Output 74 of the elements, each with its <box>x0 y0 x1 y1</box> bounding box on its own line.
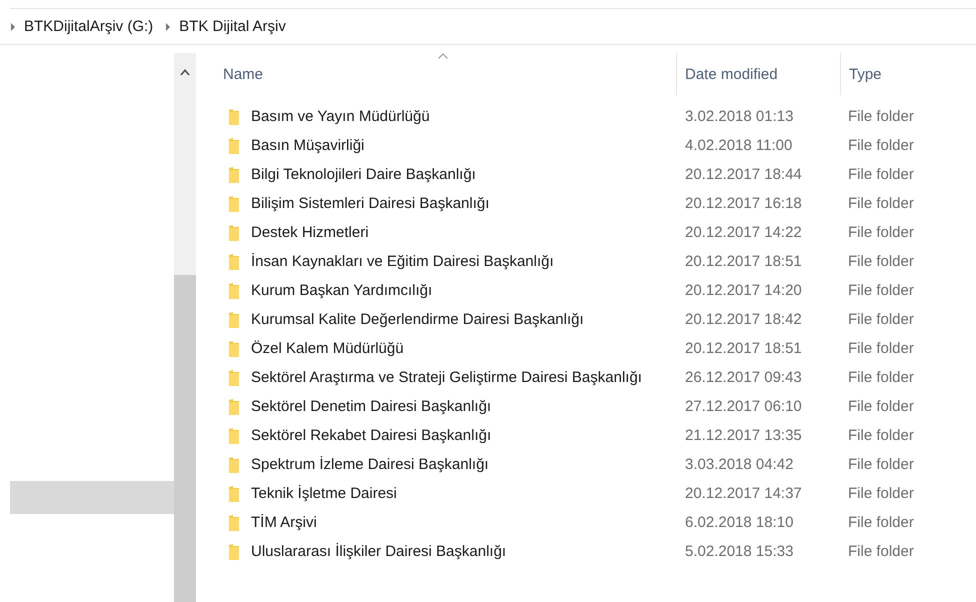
file-name[interactable]: Sektörel Rekabet Dairesi Başkanlığı <box>251 427 492 444</box>
column-header[interactable]: Name <box>223 66 264 82</box>
file-type: File folder <box>848 253 914 270</box>
date-modified: 4.02.2018 11:00 <box>685 137 792 154</box>
file-name[interactable]: Basım ve Yayın Müdürlüğü <box>251 108 430 125</box>
date-modified: 26.12.2017 09:43 <box>685 369 802 386</box>
file-name[interactable]: Sektörel Denetim Dairesi Başkanlığı <box>251 398 492 415</box>
file-type: File folder <box>848 166 914 183</box>
file-name[interactable]: İnsan Kaynakları ve Eğitim Dairesi Başkanlığı <box>251 253 554 270</box>
folder-icon <box>228 224 240 242</box>
date-modified: 27.12.2017 06:10 <box>685 398 802 415</box>
scrollbar-thumb[interactable] <box>174 275 196 602</box>
file-name[interactable]: Kurumsal Kalite Değerlendirme Dairesi Başkanlığı <box>251 311 584 328</box>
column-header[interactable]: Date modified <box>685 66 778 82</box>
folder-icon <box>228 194 240 212</box>
file-type: File folder <box>848 137 914 154</box>
file-type: File folder <box>848 311 914 328</box>
date-modified: 20.12.2017 16:18 <box>685 195 802 212</box>
file-name[interactable]: Özel Kalem Müdürlüğü <box>251 340 404 357</box>
file-name[interactable]: Destek Hizmetleri <box>251 224 369 241</box>
file-name[interactable]: Uluslararası İlişkiler Dairesi Başkanlığı <box>251 543 506 560</box>
scroll-up-icon[interactable] <box>180 69 190 75</box>
file-type: File folder <box>848 282 914 299</box>
date-modified: 3.03.2018 04:42 <box>685 456 794 473</box>
date-modified: 20.12.2017 18:51 <box>685 340 802 357</box>
date-modified: 5.02.2018 15:33 <box>685 543 794 560</box>
folder-icon <box>228 484 240 502</box>
chevron-right-icon[interactable] <box>165 22 172 30</box>
folder-icon <box>228 282 240 300</box>
date-modified: 21.12.2017 13:35 <box>685 427 802 444</box>
date-modified: 3.02.2018 01:13 <box>685 108 794 125</box>
breadcrumb-item[interactable]: BTK Dijital Arşiv <box>179 18 286 35</box>
file-name[interactable]: Basın Müşavirliği <box>251 137 364 154</box>
file-type: File folder <box>848 398 914 415</box>
file-type: File folder <box>848 195 914 212</box>
breadcrumb-item[interactable]: BTKDijitalArşiv (G:) <box>24 18 154 35</box>
folder-icon <box>228 514 240 532</box>
folder-icon <box>228 136 240 154</box>
folder-icon <box>228 426 240 444</box>
file-type: File folder <box>848 514 914 531</box>
file-type: File folder <box>848 224 914 241</box>
column-header[interactable]: Type <box>849 66 882 82</box>
date-modified: 20.12.2017 14:20 <box>685 282 802 299</box>
file-type: File folder <box>848 340 914 357</box>
folder-icon <box>228 456 240 474</box>
date-modified: 20.12.2017 14:37 <box>685 485 802 502</box>
folder-icon <box>228 108 240 126</box>
file-name[interactable]: Bilgi Teknolojileri Daire Başkanlığı <box>251 166 476 183</box>
folder-icon <box>228 252 240 270</box>
date-modified: 6.02.2018 18:10 <box>685 514 794 531</box>
file-name[interactable]: Kurum Başkan Yardımcılığı <box>251 282 432 299</box>
date-modified: 20.12.2017 18:42 <box>685 311 802 328</box>
file-name[interactable]: TİM Arşivi <box>251 514 317 531</box>
folder-icon <box>228 166 240 184</box>
folder-icon <box>228 398 240 416</box>
file-type: File folder <box>848 485 914 502</box>
file-name[interactable]: Sektörel Araştırma ve Strateji Geliştirme Dairesi Başkanlığı <box>251 369 642 386</box>
file-type: File folder <box>848 369 914 386</box>
scrollbar[interactable] <box>174 53 196 602</box>
folder-icon <box>228 310 240 328</box>
date-modified: 20.12.2017 14:22 <box>685 224 802 241</box>
file-name[interactable]: Spektrum İzleme Dairesi Başkanlığı <box>251 456 489 473</box>
chevron-right-icon[interactable] <box>10 22 16 30</box>
file-name[interactable]: Teknik İşletme Dairesi <box>251 485 397 502</box>
date-modified: 20.12.2017 18:44 <box>685 166 802 183</box>
file-type: File folder <box>848 108 914 125</box>
date-modified: 20.12.2017 18:51 <box>685 253 802 270</box>
file-type: File folder <box>848 427 914 444</box>
folder-icon <box>228 340 240 358</box>
file-name[interactable]: Bilişim Sistemleri Dairesi Başkanlığı <box>251 195 490 212</box>
folder-icon <box>228 368 240 386</box>
file-type: File folder <box>848 456 914 473</box>
file-type: File folder <box>848 543 914 560</box>
folder-icon <box>228 542 240 560</box>
